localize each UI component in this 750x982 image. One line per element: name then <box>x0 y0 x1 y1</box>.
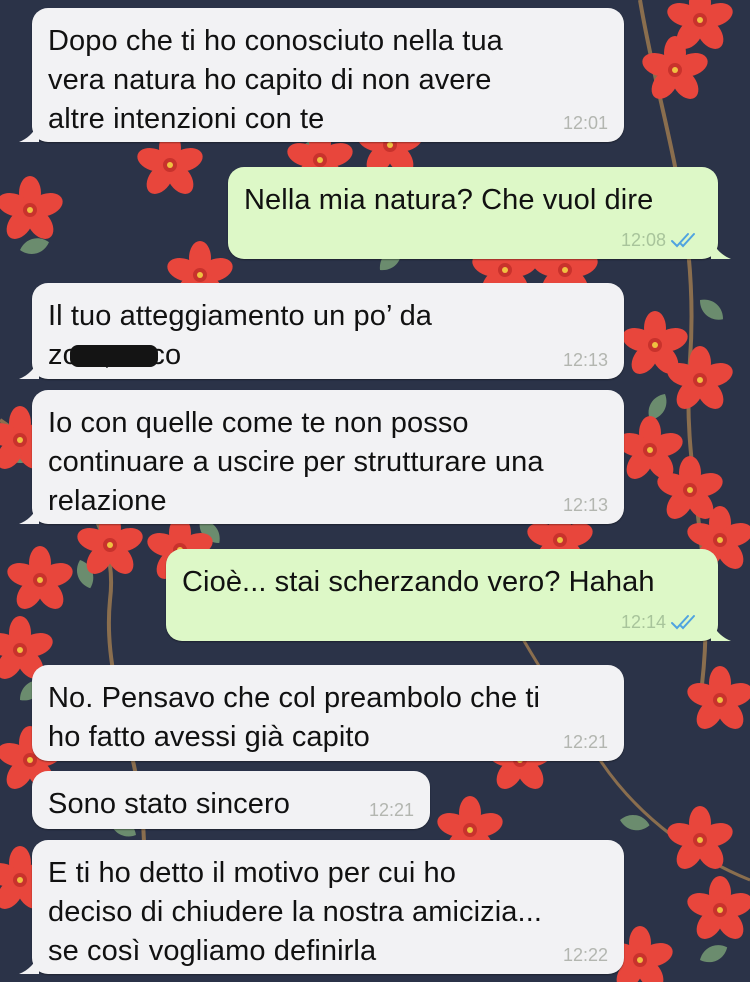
message-meta: 12:21 <box>563 732 608 752</box>
message-meta: 12:14 <box>621 612 702 632</box>
message-text: E ti ho detto il motivo per cui ho decis… <box>48 857 543 967</box>
message-time: 12:08 <box>620 230 666 250</box>
read-receipt-icon <box>671 233 695 248</box>
message-text: Dopo che ti ho conosciuto nella tua vera… <box>48 25 503 135</box>
message-time: 12:14 <box>620 612 666 632</box>
message-meta: 12:08 <box>621 230 702 250</box>
message-text: Io con quelle come te non posso continua… <box>48 407 544 517</box>
bubble-tail-icon <box>19 504 39 524</box>
message-time: 12:21 <box>562 732 608 752</box>
message-meta: 12:13 <box>563 495 608 515</box>
message-bubble-incoming[interactable]: Dopo che ti ho conosciuto nella tua vera… <box>19 8 624 142</box>
message-bubble-outgoing[interactable]: Nella mia natura? Che vuol dire 12:08 <box>228 167 731 259</box>
bubble-tail-icon <box>19 954 39 974</box>
message-meta: 12:01 <box>563 113 608 133</box>
bubble-tail-icon <box>711 621 731 641</box>
message-time: 12:22 <box>562 945 608 965</box>
message-time: 12:13 <box>562 495 608 515</box>
message-bubble-incoming[interactable]: E ti ho detto il motivo per cui ho decis… <box>19 840 624 974</box>
read-receipt-icon <box>671 615 695 630</box>
bubble-tail-icon <box>711 239 731 259</box>
message-bubble-incoming[interactable]: No. Pensavo che col preambolo che ti ho … <box>32 665 624 761</box>
message-text: Nella mia natura? Che vuol dire <box>244 184 654 216</box>
message-meta: 12:21 <box>369 800 414 820</box>
bubble-tail-icon <box>19 122 39 142</box>
message-time: 12:21 <box>368 800 414 820</box>
message-meta: 12:22 <box>563 945 608 965</box>
message-meta: 12:13 <box>563 350 608 370</box>
message-text: No. Pensavo che col preambolo che ti ho … <box>48 682 541 753</box>
message-bubble-incoming[interactable]: Io con quelle come te non posso continua… <box>19 390 624 524</box>
bubble-tail-icon <box>19 359 39 379</box>
message-time: 12:13 <box>562 350 608 370</box>
message-bubble-incoming[interactable]: Sono stato sincero 12:21 <box>32 771 430 829</box>
message-bubble-outgoing[interactable]: Cioè... stai scherzando vero? Hahah 12:1… <box>166 549 731 641</box>
redaction-mark <box>70 345 158 367</box>
message-text: Cioè... stai scherzando vero? Hahah <box>182 566 655 598</box>
message-time: 12:01 <box>562 113 608 133</box>
